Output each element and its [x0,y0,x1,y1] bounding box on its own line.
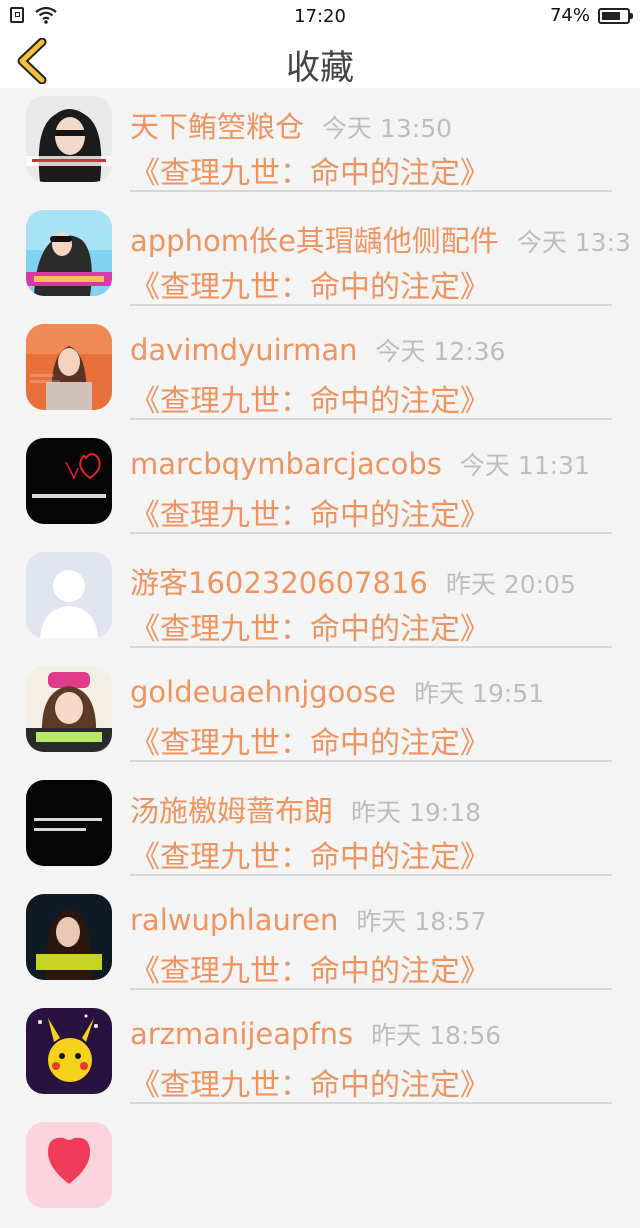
avatar [26,1122,112,1208]
book-title: 《查理九世：命中的注定》 [130,954,490,989]
battery-icon [598,7,633,24]
list-item[interactable]: goldeuaehnjgoose 昨天 19:51 《查理九世：命中的注定》 [0,658,640,772]
item-time: 昨天 18:56 [371,1021,502,1050]
book-title: 《查理九世：命中的注定》 [130,270,490,305]
battery-level [602,11,620,20]
user-name: 天下鲔箜粮仓 [130,110,305,144]
user-name: apphom伥e其瑁龋他侧配件 [130,224,499,258]
list-item[interactable]: arzmanijeapfns 昨天 18:56 《查理九世：命中的注定》 [0,1000,640,1114]
item-time: 昨天 20:05 [445,570,576,599]
avatar [26,210,112,296]
item-name-line: apphom伥e其瑁龋他侧配件 今天 13:3 [130,218,631,260]
user-name: davimdyuirman [130,333,358,367]
book-title: 《查理九世：命中的注定》 [130,840,490,875]
favorites-list: 天下鲔箜粮仓 今天 13:50 《查理九世：命中的注定》 apphom伥e其瑁龋他… [0,88,640,1228]
page-title: 收藏 [286,48,354,88]
user-name: ralwuphlauren [130,903,339,937]
avatar [26,438,112,524]
avatar [26,780,112,866]
avatar [26,666,112,752]
list-item[interactable]: 汤施檄姆蔷布朗 昨天 19:18 《查理九世：命中的注定》 [0,772,640,886]
item-name-line: 天下鲔箜粮仓 今天 13:50 [130,104,452,146]
book-title: 《查理九世：命中的注定》 [130,156,490,191]
divider [130,304,612,306]
book-title: 《查理九世：命中的注定》 [130,1068,490,1103]
divider [130,646,612,648]
status-time: 17:20 [294,6,346,27]
avatar [26,552,112,638]
user-name: 汤施檄姆蔷布朗 [130,794,334,828]
user-name: 游客1602320607816 [130,566,428,600]
list-item[interactable]: 游客1602320607816 昨天 20:05 《查理九世：命中的注定》 [0,544,640,658]
book-title: 《查理九世：命中的注定》 [130,726,490,761]
item-name-line: goldeuaehnjgoose 昨天 19:51 [130,674,544,710]
user-name: marcbqymbarcjacobs [130,447,442,481]
book-title: 《查理九世：命中的注定》 [130,498,490,533]
item-name-line: marcbqymbarcjacobs 今天 11:31 [130,446,590,482]
item-name-line: ralwuphlauren 昨天 18:57 [130,902,486,938]
status-bar: 17:20 74% [0,0,640,32]
avatar [26,324,112,410]
divider [130,988,612,990]
divider [130,874,612,876]
divider [130,190,612,192]
item-name-line: 游客1602320607816 昨天 20:05 [130,560,576,602]
avatar [26,894,112,980]
list-item[interactable]: marcbqymbarcjacobs 今天 11:31 《查理九世：命中的注定》 [0,430,640,544]
list-item[interactable]: 天下鲔箜粮仓 今天 13:50 《查理九世：命中的注定》 [0,88,640,202]
user-name: goldeuaehnjgoose [130,675,397,709]
item-time: 昨天 18:57 [356,907,487,936]
list-item-partial[interactable] [0,1114,640,1228]
avatar [26,96,112,182]
divider [130,760,612,762]
battery-percent: 74% [549,5,590,26]
item-time: 今天 11:31 [459,451,590,480]
divider [130,1102,612,1104]
divider [130,532,612,534]
list-item[interactable]: davimdyuirman 今天 12:36 《查理九世：命中的注定》 [0,316,640,430]
book-title: 《查理九世：命中的注定》 [130,612,490,647]
divider [130,418,612,420]
book-title: 《查理九世：命中的注定》 [130,384,490,419]
item-name-line: 汤施檄姆蔷布朗 昨天 19:18 [130,788,481,830]
header: 收藏 [0,32,640,88]
item-name-line: davimdyuirman 今天 12:36 [130,332,505,368]
item-time: 今天 12:36 [375,337,506,366]
avatar [26,1008,112,1094]
list-item[interactable]: apphom伥e其瑁龋他侧配件 今天 13:3 《查理九世：命中的注定》 [0,202,640,316]
user-name: arzmanijeapfns [130,1017,354,1051]
list-item[interactable]: ralwuphlauren 昨天 18:57 《查理九世：命中的注定》 [0,886,640,1000]
item-time: 昨天 19:18 [351,798,482,827]
item-time: 今天 13:50 [322,114,453,143]
status-right: 74% [549,5,633,26]
item-time: 今天 13:3 [516,228,631,257]
item-time: 昨天 19:51 [414,679,545,708]
item-name-line: arzmanijeapfns 昨天 18:56 [130,1016,501,1052]
